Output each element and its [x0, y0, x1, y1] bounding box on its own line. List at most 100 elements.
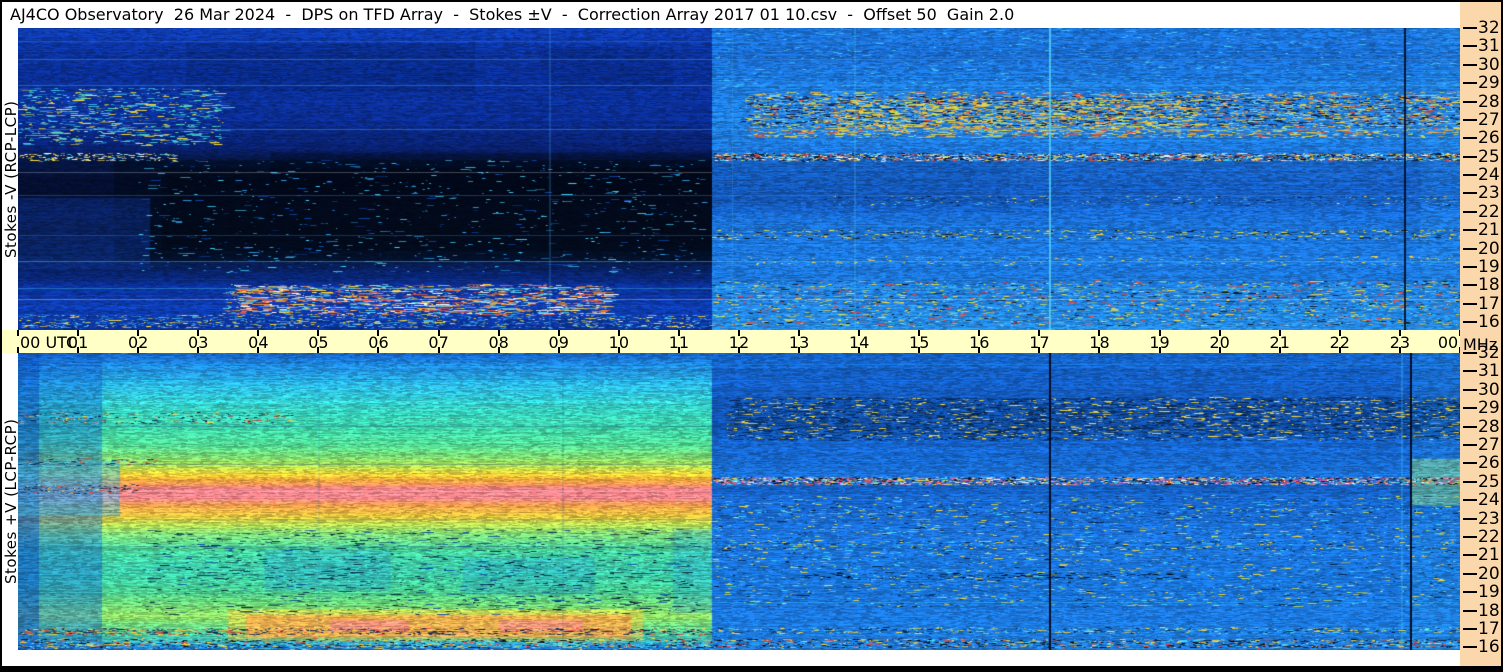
page-title: AJ4CO Observatory 26 Mar 2024 - DPS on T…	[10, 5, 1015, 24]
freq-tick	[1463, 425, 1477, 428]
freq-tick	[1463, 155, 1477, 158]
freq-label: 23	[1478, 508, 1500, 529]
time-label: 14	[848, 333, 870, 352]
time-label: 07	[428, 333, 449, 352]
freq-tick	[1463, 210, 1477, 213]
freq-tick	[1463, 352, 1477, 354]
time-label: 05	[308, 333, 329, 352]
time-label: 01	[67, 333, 89, 352]
freq-label: 22	[1478, 201, 1500, 222]
time-label: 02	[127, 333, 149, 352]
freq-label: 17	[1478, 619, 1500, 639]
freq-tick	[1463, 284, 1477, 287]
freq-label: 28	[1478, 416, 1500, 437]
panel-label-stokes-plus-v: Stokes +V (LCP-RCP)	[2, 353, 20, 650]
freq-label: 18	[1478, 600, 1500, 621]
freq-label: 23	[1478, 183, 1500, 204]
freq-tick	[1463, 591, 1477, 594]
freq-label: 17	[1478, 293, 1500, 314]
freq-tick	[1463, 302, 1477, 305]
time-label: 15	[909, 333, 930, 352]
freq-label: 31	[1478, 36, 1500, 57]
time-label: 21	[1269, 333, 1290, 352]
time-label: 08	[488, 333, 509, 352]
freq-tick	[1463, 45, 1477, 48]
freq-tick	[1463, 192, 1477, 195]
freq-label: 20	[1478, 563, 1500, 584]
freq-tick	[1463, 444, 1477, 446]
freq-tick	[1463, 572, 1477, 575]
freq-tick	[1463, 229, 1477, 232]
freq-label: 22	[1478, 527, 1500, 547]
freq-label: 26	[1478, 453, 1500, 474]
freq-tick	[1463, 499, 1477, 502]
freq-tick	[1463, 517, 1477, 520]
freq-tick	[1463, 609, 1477, 612]
time-label: 11	[668, 333, 690, 352]
freq-label: 30	[1478, 379, 1500, 400]
time-label: 03	[188, 333, 209, 352]
freq-label: 32	[1478, 18, 1500, 38]
time-label: 20	[1209, 333, 1230, 352]
freq-label: 27	[1478, 435, 1500, 455]
time-label: 16	[969, 333, 990, 352]
freq-tick	[1463, 174, 1477, 176]
freq-label: 28	[1478, 91, 1500, 112]
freq-label: 29	[1478, 398, 1500, 419]
stokes-plus-v-spectrogram	[18, 353, 1460, 650]
freq-label: 16	[1478, 637, 1500, 658]
freq-label: 21	[1478, 545, 1500, 566]
freq-tick	[1463, 137, 1477, 140]
title-bar: AJ4CO Observatory 26 Mar 2024 - DPS on T…	[2, 2, 1460, 28]
freq-label: 19	[1478, 582, 1500, 603]
freq-tick	[1463, 554, 1477, 557]
time-label: 12	[728, 333, 750, 352]
time-label: 06	[368, 333, 389, 352]
freq-tick	[1463, 100, 1477, 103]
frequency-axis: MHz 32 31 30 29 28 27 26 25 24 23 22 21 20 19 18 17 16 32…	[1460, 2, 1501, 666]
time-axis: 00 UTC 01 02 03 04 05 06 07 08 09 10 11 12 13 14 15 16 1…	[2, 330, 1461, 353]
freq-label: 29	[1478, 73, 1500, 94]
freq-label: 26	[1478, 128, 1500, 149]
time-label: 17	[1029, 333, 1050, 352]
freq-label: 16	[1478, 312, 1500, 332]
freq-label: 24	[1478, 490, 1500, 511]
freq-tick	[1463, 82, 1477, 85]
freq-tick	[1463, 462, 1477, 465]
time-tick	[17, 330, 19, 336]
freq-tick	[1463, 265, 1477, 268]
freq-tick	[1463, 321, 1477, 323]
freq-tick	[1463, 628, 1477, 630]
panel-label-stokes-minus-v: Stokes -V (RCP-LCP)	[2, 28, 20, 330]
freq-label: 19	[1478, 256, 1500, 277]
time-label: 19	[1149, 333, 1170, 352]
bottom-gap	[2, 650, 1460, 666]
freq-tick	[1463, 370, 1477, 373]
time-label: 22	[1329, 333, 1350, 352]
time-label: 10	[608, 333, 629, 352]
stokes-minus-v-spectrogram	[18, 28, 1460, 330]
time-label: 13	[788, 333, 810, 352]
freq-tick	[1463, 118, 1477, 121]
freq-label: 21	[1478, 220, 1500, 241]
time-label: 23	[1389, 333, 1411, 352]
freq-label: 30	[1478, 54, 1500, 75]
freq-label: 24	[1478, 165, 1500, 185]
freq-tick	[1463, 388, 1477, 391]
freq-tick	[1463, 407, 1477, 410]
freq-label: 25	[1478, 471, 1500, 492]
freq-tick	[1463, 536, 1477, 538]
freq-label: 31	[1478, 361, 1500, 382]
freq-tick	[1463, 247, 1477, 250]
spectrogram-app-window: AJ4CO Observatory 26 Mar 2024 - DPS on T…	[0, 0, 1503, 672]
freq-label: 18	[1478, 275, 1500, 296]
freq-label: 20	[1478, 238, 1500, 259]
freq-label: 32	[1478, 343, 1500, 363]
freq-tick	[1463, 63, 1477, 66]
freq-tick	[1463, 646, 1477, 649]
time-label: 09	[548, 333, 569, 352]
freq-tick	[1463, 480, 1477, 483]
freq-tick	[1463, 27, 1477, 29]
time-label: 04	[248, 333, 269, 352]
time-label: 18	[1089, 333, 1110, 352]
